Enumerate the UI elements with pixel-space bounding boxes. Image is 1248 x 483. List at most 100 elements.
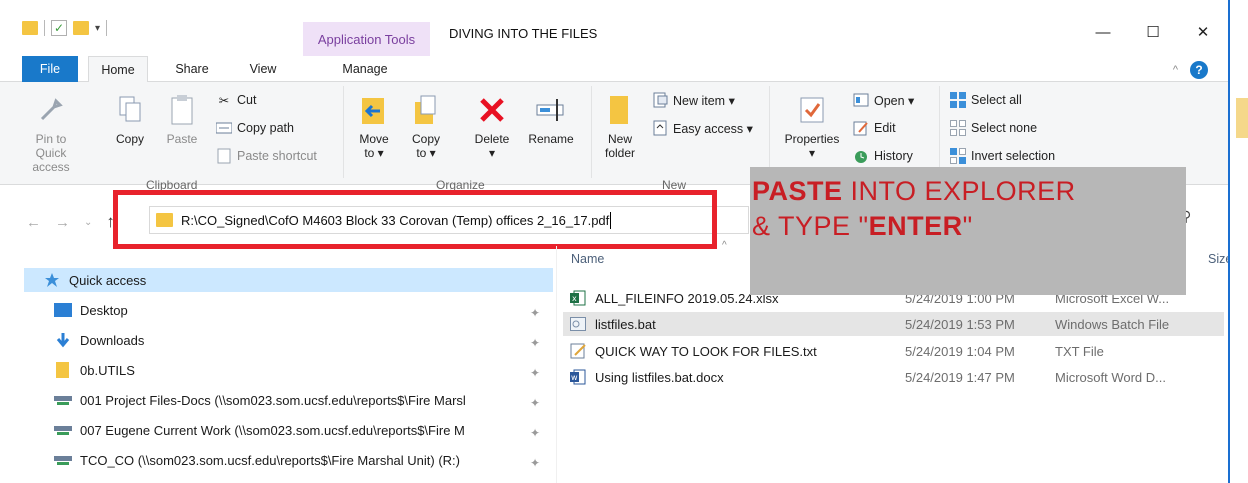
- file-type: Windows Batch File: [1055, 316, 1170, 332]
- batch-file-icon: [569, 315, 587, 333]
- nav-downloads[interactable]: Downloads: [54, 332, 144, 348]
- nav-network-drive-tco-co[interactable]: TCO_CO (\\som023.som.ucsf.edu\reports$\F…: [54, 452, 460, 468]
- copy-to-button[interactable]: Copy to ▾: [406, 94, 446, 160]
- pin-to-quick-access-button[interactable]: Pin to Quick access: [20, 94, 82, 174]
- pin-icon[interactable]: ✦: [530, 306, 540, 320]
- cut-button[interactable]: ✂ Cut: [216, 92, 257, 108]
- tab-file[interactable]: File: [22, 56, 78, 82]
- rename-button[interactable]: Rename: [524, 94, 578, 146]
- minimize-button[interactable]: —: [1078, 20, 1128, 44]
- excel-icon: x: [569, 289, 587, 307]
- overlay-enter-word: ENTER: [868, 211, 963, 241]
- nav-network-drive-007-label: 007 Eugene Current Work (\\som023.som.uc…: [80, 422, 465, 438]
- divider: [343, 86, 344, 178]
- recent-locations-chevron-icon[interactable]: ⌄: [84, 217, 92, 228]
- select-none-button[interactable]: Select none: [950, 120, 1037, 136]
- pin-icon[interactable]: ✦: [530, 336, 540, 350]
- customize-toolbar-arrow-icon[interactable]: ▾: [95, 23, 100, 34]
- select-all-label: Select all: [971, 93, 1022, 107]
- minimize-ribbon-icon[interactable]: ^: [1173, 64, 1178, 76]
- divider: [769, 86, 770, 178]
- overlay-line-2-quote: ": [962, 211, 973, 241]
- easy-access-button[interactable]: Easy access ▾: [652, 120, 753, 136]
- maximize-button[interactable]: ☐: [1128, 20, 1178, 44]
- invert-selection-icon: [950, 148, 966, 164]
- network-drive-icon: [54, 452, 72, 468]
- file-type: Microsoft Word D...: [1055, 369, 1167, 385]
- properties-icon: [796, 94, 828, 126]
- tab-view[interactable]: View: [233, 56, 293, 82]
- overlay-line-2: & TYPE "ENTER": [752, 209, 1186, 244]
- move-to-icon: [358, 94, 390, 126]
- pin-icon[interactable]: ✦: [530, 396, 540, 410]
- nav-0b-utils[interactable]: 0b.UTILS: [54, 362, 135, 378]
- forward-arrow-icon[interactable]: →: [55, 214, 70, 231]
- easy-access-icon: [652, 120, 668, 136]
- help-icon[interactable]: ?: [1190, 61, 1208, 79]
- rename-icon: [535, 94, 567, 126]
- nav-network-drive-001[interactable]: 001 Project Files-Docs (\\som023.som.ucs…: [54, 392, 466, 408]
- file-name: Using listfiles.bat.docx: [595, 369, 724, 385]
- edit-button[interactable]: Edit: [853, 120, 896, 136]
- copy-path-label: Copy path: [237, 121, 294, 135]
- copy-path-button[interactable]: Copy path: [216, 120, 294, 136]
- nav-network-drive-007[interactable]: 007 Eugene Current Work (\\som023.som.uc…: [54, 422, 465, 438]
- text-file-icon: [569, 342, 587, 360]
- folder-icon: [54, 362, 72, 378]
- tab-manage[interactable]: Manage: [320, 56, 410, 82]
- copy-icon: [114, 94, 146, 126]
- pin-icon[interactable]: ✦: [530, 366, 540, 380]
- window-title: DIVING INTO THE FILES: [449, 26, 598, 41]
- star-icon: [43, 272, 61, 288]
- paste-shortcut-button[interactable]: Paste shortcut: [216, 148, 317, 164]
- word-icon: w: [569, 368, 587, 386]
- pin-icon[interactable]: ✦: [530, 456, 540, 470]
- highlight-box: [113, 190, 717, 249]
- history-label: History: [874, 149, 913, 163]
- file-name: QUICK WAY TO LOOK FOR FILES.txt: [595, 343, 817, 359]
- overlay-line-2-text: & TYPE ": [752, 211, 869, 241]
- select-all-button[interactable]: Select all: [950, 92, 1022, 108]
- quick-access-toolbar: ✓ ▾: [22, 20, 108, 36]
- network-drive-icon: [54, 422, 72, 438]
- sort-ascending-icon: ^: [722, 240, 727, 251]
- nav-downloads-label: Downloads: [80, 332, 145, 348]
- new-item-button[interactable]: New item ▾: [652, 92, 735, 108]
- select-none-label: Select none: [971, 121, 1038, 135]
- file-row-selected[interactable]: listfiles.bat 5/24/2019 1:53 PM Windows …: [563, 312, 1224, 336]
- nav-quick-access[interactable]: Quick access: [43, 272, 146, 288]
- invert-selection-button[interactable]: Invert selection: [950, 148, 1055, 164]
- history-button[interactable]: History: [853, 148, 913, 164]
- delete-label: Delete: [474, 132, 510, 146]
- open-button[interactable]: Open ▾: [853, 92, 914, 108]
- back-arrow-icon[interactable]: ←: [26, 214, 41, 231]
- properties-button[interactable]: Properties ▾: [778, 94, 846, 160]
- paste-shortcut-icon: [216, 148, 232, 164]
- delete-label-2: ▾: [488, 146, 496, 160]
- new-folder-button[interactable]: New folder: [600, 94, 640, 160]
- new-folder-label: New: [607, 132, 632, 146]
- file-row[interactable]: QUICK WAY TO LOOK FOR FILES.txt 5/24/201…: [563, 339, 1224, 363]
- history-icon: [853, 148, 869, 164]
- nav-desktop[interactable]: Desktop: [54, 302, 128, 318]
- paste-button[interactable]: Paste: [160, 94, 204, 146]
- tab-share[interactable]: Share: [162, 56, 222, 82]
- close-button[interactable]: ✕: [1178, 20, 1228, 44]
- help-area: ^ ?: [1173, 61, 1208, 79]
- properties-check-icon[interactable]: ✓: [51, 20, 67, 36]
- overlay-line-1: PASTE INTO EXPLORER: [752, 174, 1186, 209]
- edit-label: Edit: [874, 121, 896, 135]
- copy-button[interactable]: Copy: [112, 94, 148, 146]
- tab-home[interactable]: Home: [88, 56, 148, 83]
- file-type: TXT File: [1055, 343, 1104, 359]
- pin-icon[interactable]: ✦: [530, 426, 540, 440]
- new-folder-icon[interactable]: [73, 21, 89, 35]
- new-folder-label-2: folder: [604, 146, 636, 160]
- column-header-name[interactable]: Name: [571, 252, 604, 280]
- nav-quick-access-label: Quick access: [69, 272, 147, 288]
- copy-path-icon: [216, 120, 232, 136]
- delete-button[interactable]: Delete ▾: [470, 94, 514, 160]
- delete-x-icon: [476, 94, 508, 126]
- file-row[interactable]: w Using listfiles.bat.docx 5/24/2019 1:4…: [563, 365, 1224, 389]
- move-to-button[interactable]: Move to ▾: [354, 94, 394, 160]
